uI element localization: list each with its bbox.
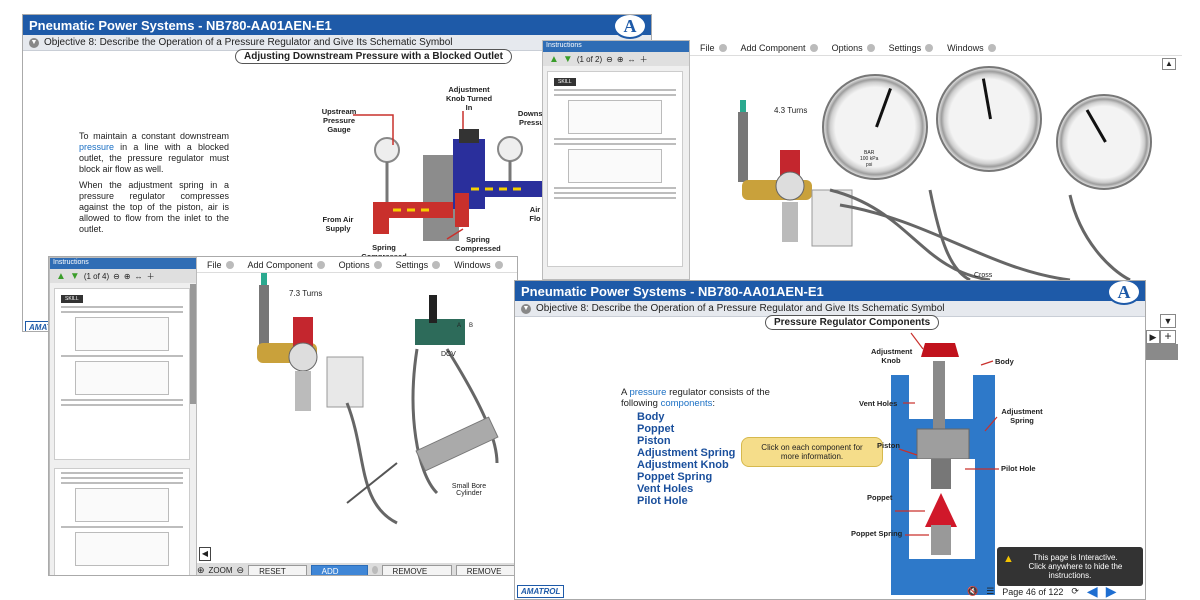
menu-file[interactable]: File [207, 260, 234, 270]
instructions-header: Instructions [543, 41, 689, 52]
instructions-panel: Instructions ▲ ▼ (1 of 4) ⊖ ⊕ ↔ ＋ SKILL [49, 257, 197, 575]
page-indicator: Page 46 of 122 [1002, 586, 1064, 597]
side-arrow-button[interactable]: ▶ [1146, 330, 1160, 344]
part-label-knob[interactable]: Adjustment Knob [871, 347, 912, 365]
add-icon[interactable]: ＋ [147, 271, 155, 282]
zoom-out-icon[interactable]: ⊖ [606, 55, 613, 64]
menu-icon[interactable]: ☰ [986, 586, 994, 597]
doc-page-2 [54, 468, 190, 575]
remove-components-button[interactable]: REMOVE COM [455, 564, 517, 575]
part-label-piston[interactable]: Piston [877, 441, 900, 450]
next-page-button[interactable]: ▶ [1106, 583, 1117, 599]
zoom-out-button[interactable]: ⊕ [197, 565, 205, 576]
amatrol-footer-logo: AMATROL [517, 585, 565, 598]
pressure-gauge-2 [936, 66, 1042, 172]
doc-scrollbar[interactable] [190, 284, 196, 404]
doc-toolbar: ▲ ▼ (1 of 2) ⊖ ⊕ ↔ ＋ [543, 52, 689, 66]
bottom-navigation: 🔇 ☰ Page 46 of 122 ⟳ ◀ ▶ [967, 583, 1117, 599]
part-label-adjustment-spring[interactable]: Adjustment Spring [997, 407, 1047, 425]
scroll-down-button[interactable]: ▼ [1160, 314, 1176, 328]
doc-figure-1 [75, 317, 169, 351]
warning-icon: ▲ [1003, 553, 1014, 565]
reset-view-button[interactable]: RESET VIEW [248, 564, 307, 575]
simulator-window-left: Instructions ▲ ▼ (1 of 4) ⊖ ⊕ ↔ ＋ SKILL … [48, 256, 518, 576]
doc-page-1: SKILL [54, 288, 190, 460]
port-b-label: B [469, 323, 474, 329]
zoom-in-icon[interactable]: ⊕ [617, 55, 624, 64]
page-down-icon[interactable]: ▼ [70, 271, 80, 282]
sim-bottom-toolbar: ⊕ ZOOM ⊖ RESET VIEW ADD HOSES REMOVE HOS… [197, 563, 517, 576]
screenshot-collage: { "lesson": { "title": "Pneumatic Power … [0, 0, 1200, 600]
page-up-icon[interactable]: ▲ [549, 54, 559, 65]
circuit-model [257, 273, 499, 525]
doc-toolbar: ▲ ▼ (1 of 4) ⊖ ⊕ ↔ ＋ [50, 269, 196, 283]
part-label-body[interactable]: Body [995, 357, 1014, 366]
fit-width-icon[interactable]: ↔ [135, 272, 143, 281]
toggle-icon[interactable] [371, 566, 378, 574]
interactive-notice[interactable]: ▲ This page is Interactive. Click anywhe… [997, 547, 1143, 586]
menu-settings[interactable]: Settings [396, 260, 441, 270]
remove-hoses-button[interactable]: REMOVE HOSES [381, 564, 452, 575]
label-spring-compressed-2: Spring Compressed [455, 235, 501, 253]
page-down-icon[interactable]: ▼ [563, 54, 573, 65]
zoom-in-icon[interactable]: ⊕ [124, 272, 131, 281]
menu-bar: File Add Component Options Settings Wind… [197, 257, 517, 273]
lesson-window-front: Pneumatic Power Systems - NB780-AA01AEN-… [514, 280, 1146, 600]
side-grey-bar [1146, 344, 1178, 360]
simulator-window-right: Instructions ▲ ▼ (1 of 2) ⊖ ⊕ ↔ ＋ SKILL … [542, 40, 1182, 280]
menu-windows[interactable]: Windows [454, 260, 503, 270]
add-icon[interactable]: ＋ [640, 54, 648, 65]
skill-badge: SKILL [61, 295, 83, 303]
mute-icon[interactable]: 🔇 [967, 586, 978, 597]
menu-add-component[interactable]: Add Component [248, 260, 325, 270]
instructions-panel: Instructions ▲ ▼ (1 of 2) ⊖ ⊕ ↔ ＋ SKILL [542, 40, 690, 280]
part-label-poppet-spring[interactable]: Poppet Spring [851, 529, 902, 538]
page-count: (1 of 4) [83, 271, 110, 281]
add-hoses-button[interactable]: ADD HOSES [310, 564, 368, 575]
dcv-label: DCV [441, 351, 456, 358]
page-up-icon[interactable]: ▲ [56, 271, 66, 282]
part-label-vent-holes[interactable]: Vent Holes [859, 399, 897, 408]
port-a-label: A [457, 323, 462, 329]
pressure-gauge-3 [1056, 94, 1152, 190]
page-count: (1 of 2) [576, 54, 603, 64]
doc-figure-1 [568, 100, 662, 134]
doc-page: SKILL [547, 71, 683, 267]
menu-options[interactable]: Options [339, 260, 382, 270]
doc-figure-2 [568, 149, 662, 183]
skill-badge: SKILL [554, 78, 576, 86]
part-label-pilot-hole[interactable]: Pilot Hole [1001, 464, 1036, 473]
previous-page-button[interactable]: ◀ [1087, 583, 1098, 599]
doc-figure-4 [75, 532, 169, 566]
add-zoom-button[interactable]: + [1160, 330, 1176, 344]
zoom-label: ZOOM [208, 565, 233, 575]
fit-width-icon[interactable]: ↔ [628, 55, 636, 64]
collapse-panel-button[interactable]: ◀ [199, 547, 211, 561]
doc-figure-3 [75, 488, 169, 522]
gauge-unit-label: BAR 100 kPa psi [860, 150, 879, 168]
doc-figure-2 [75, 361, 169, 395]
cylinder-label: Small Bore Cylinder [451, 483, 487, 497]
cross-label: Cross [974, 272, 993, 279]
instructions-header: Instructions [50, 258, 196, 269]
zoom-out-icon[interactable]: ⊖ [113, 272, 120, 281]
part-label-poppet[interactable]: Poppet [867, 493, 892, 502]
label-from-air: From Air Supply [322, 215, 354, 233]
zoom-minus-button[interactable]: ⊖ [237, 565, 245, 576]
refresh-icon[interactable]: ⟳ [1071, 586, 1079, 597]
label-upstream-gauge: Upstream Pressure Gauge [321, 107, 357, 134]
label-adjustment-knob: Adjustment Knob Turned In [445, 85, 493, 112]
